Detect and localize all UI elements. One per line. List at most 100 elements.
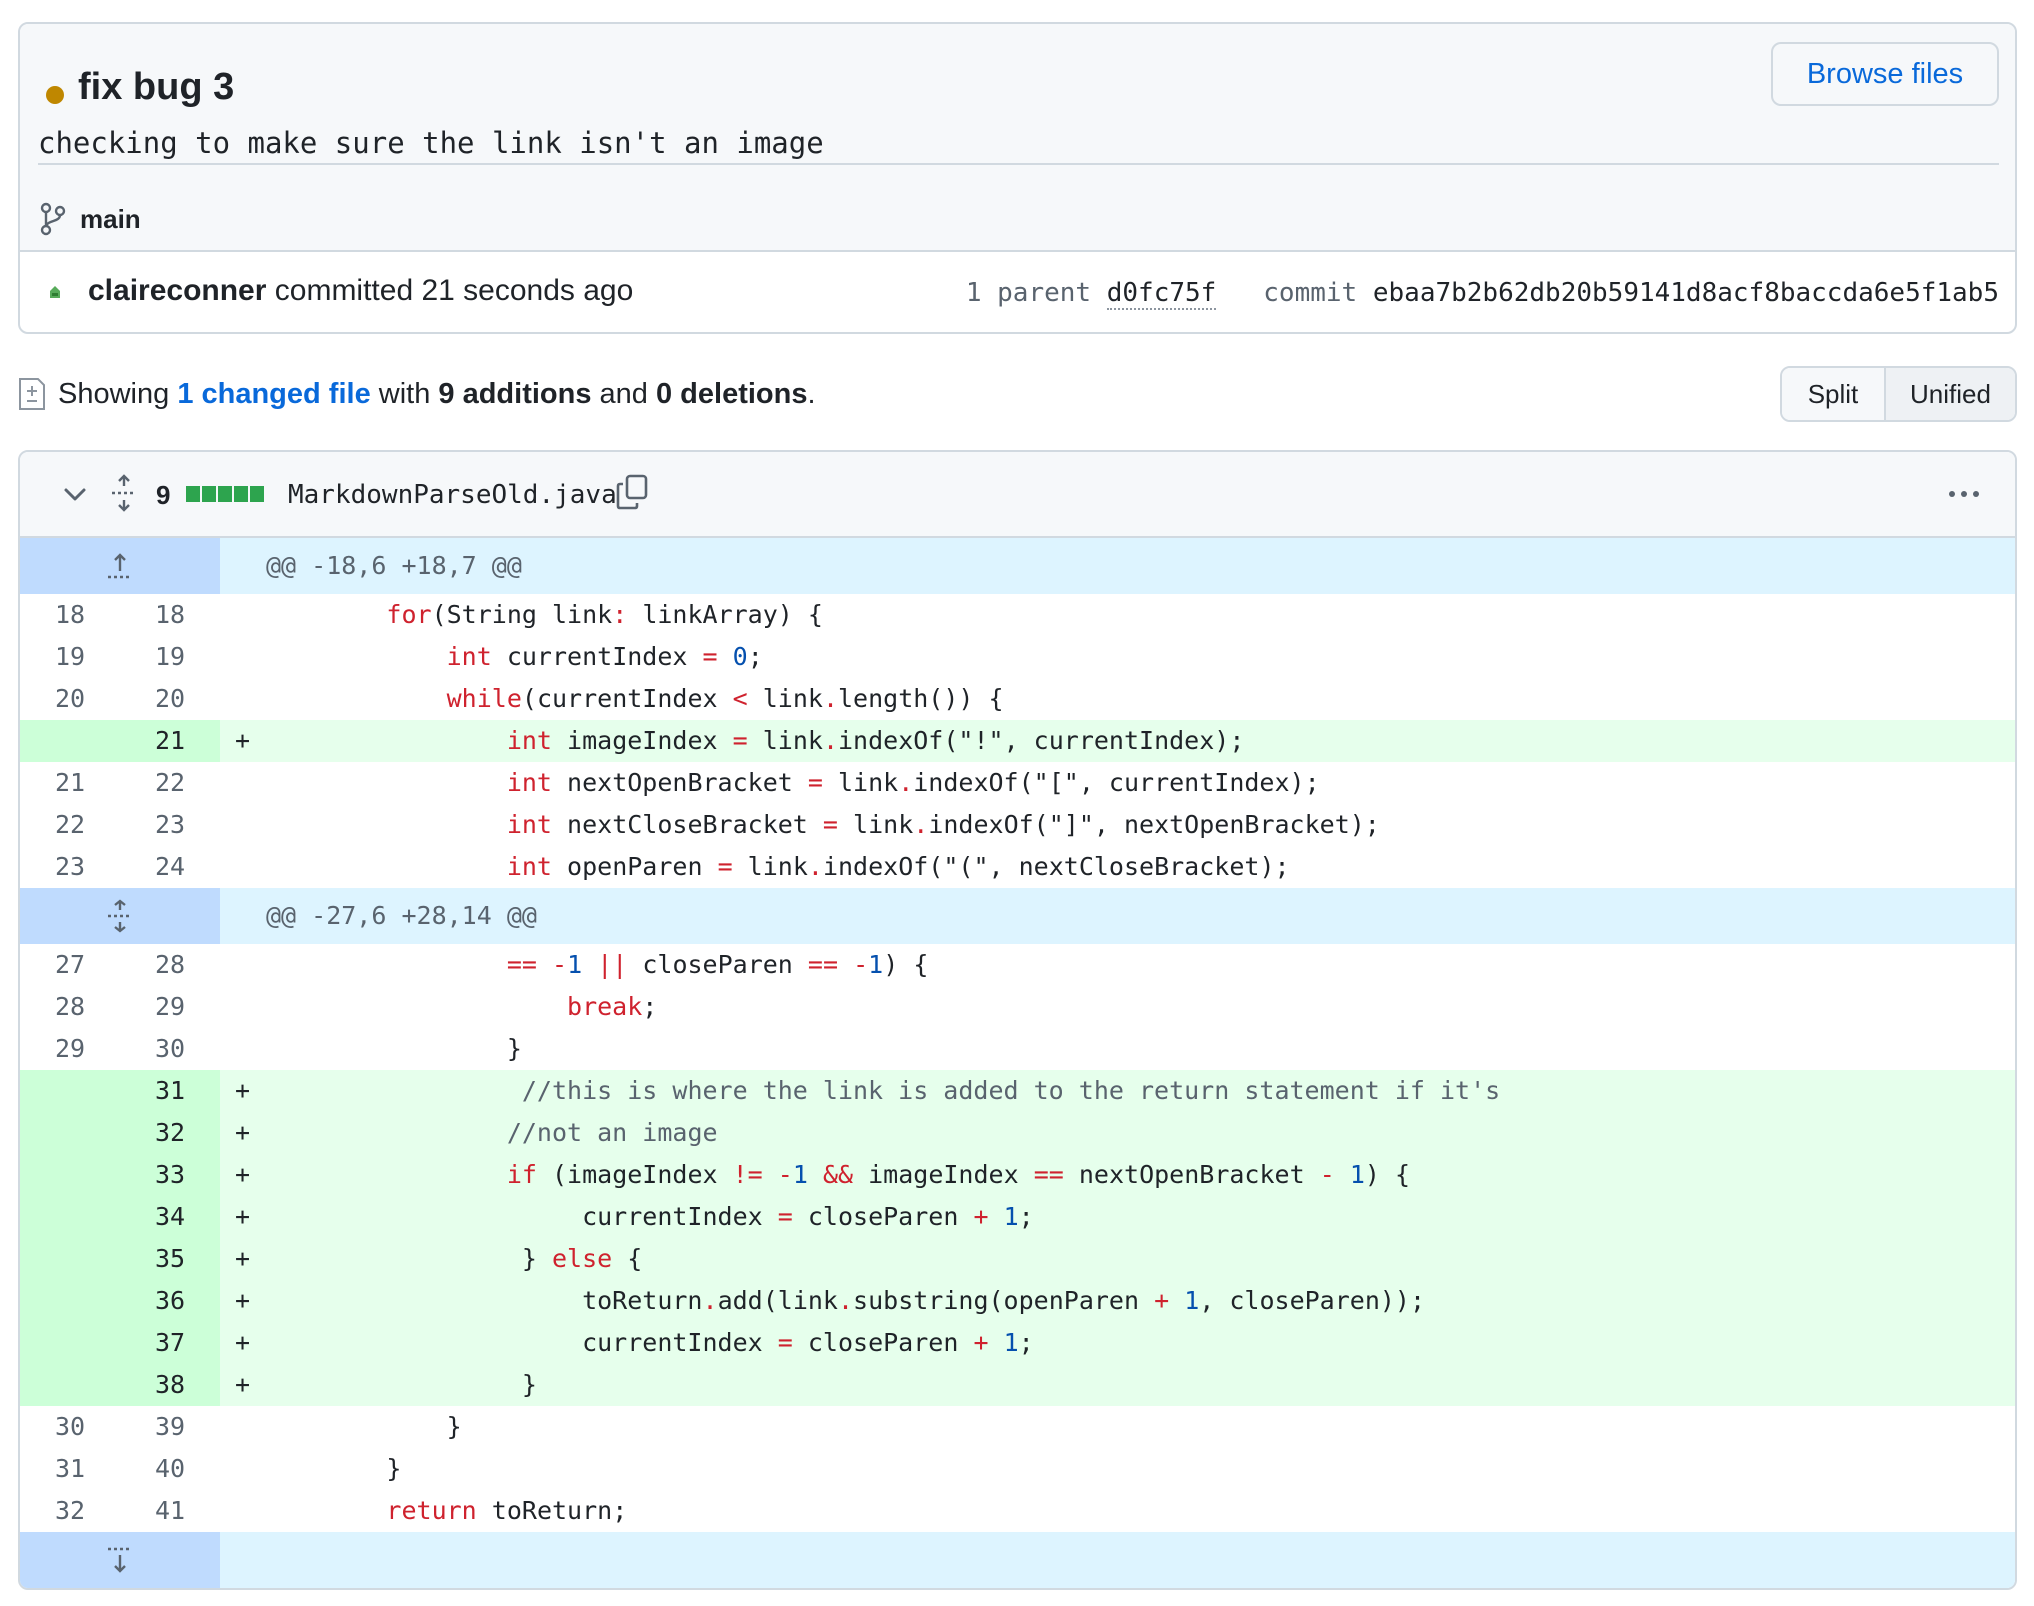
hunk-header: @@ -27,6 +28,14 @@ bbox=[20, 888, 2015, 944]
new-line-number[interactable]: 29 bbox=[120, 986, 220, 1028]
diffstat-blocks bbox=[186, 486, 264, 502]
old-line-number[interactable]: 23 bbox=[20, 846, 120, 888]
old-line-number[interactable] bbox=[20, 1364, 120, 1406]
new-line-number[interactable]: 21 bbox=[120, 720, 220, 762]
old-line-number[interactable] bbox=[20, 1154, 120, 1196]
code-line: currentIndex = closeParen + 1; bbox=[266, 1328, 1034, 1357]
copy-icon[interactable] bbox=[616, 474, 648, 510]
old-line-number[interactable]: 27 bbox=[20, 944, 120, 986]
browse-files-button[interactable]: Browse files bbox=[1771, 42, 1999, 106]
old-line-number[interactable]: 29 bbox=[20, 1028, 120, 1070]
diff-line: 23 24 int openParen = link.indexOf("(", n… bbox=[20, 846, 2015, 888]
diff-sign bbox=[220, 986, 256, 1028]
changed-files-link[interactable]: 1 changed file bbox=[177, 378, 370, 411]
old-line-number[interactable] bbox=[20, 1196, 120, 1238]
file-name-link[interactable]: MarkdownParseOld.java bbox=[288, 480, 617, 510]
old-line-number[interactable]: 22 bbox=[20, 804, 120, 846]
file-header: 9 MarkdownParseOld.java bbox=[20, 452, 2015, 538]
code-line: } bbox=[266, 1412, 462, 1441]
new-line-number[interactable]: 41 bbox=[120, 1490, 220, 1532]
old-line-number[interactable] bbox=[20, 1070, 120, 1112]
old-line-number[interactable]: 31 bbox=[20, 1448, 120, 1490]
unified-view-button[interactable]: Unified bbox=[1886, 368, 2015, 420]
branch-name[interactable]: main bbox=[80, 204, 141, 235]
old-line-number[interactable]: 30 bbox=[20, 1406, 120, 1448]
new-line-number[interactable]: 38 bbox=[120, 1364, 220, 1406]
chevron-down-icon[interactable] bbox=[62, 482, 88, 506]
expand-up-button[interactable] bbox=[20, 538, 220, 594]
new-line-number[interactable]: 18 bbox=[120, 594, 220, 636]
diff-sign: + bbox=[234, 1244, 250, 1273]
new-line-number[interactable]: 34 bbox=[120, 1196, 220, 1238]
old-line-number[interactable]: 18 bbox=[20, 594, 120, 636]
unfold-icon[interactable] bbox=[110, 474, 138, 512]
expand-down-button[interactable] bbox=[20, 1532, 220, 1588]
diff-line-added: 21 + int imageIndex = link.indexOf("!", c… bbox=[20, 720, 2015, 762]
expand-both-button[interactable] bbox=[20, 888, 220, 944]
code-line: == -1 || closeParen == -1) { bbox=[506, 950, 929, 979]
old-line-number[interactable]: 21 bbox=[20, 762, 120, 804]
old-line-number[interactable] bbox=[20, 1280, 120, 1322]
new-line-number[interactable]: 36 bbox=[120, 1280, 220, 1322]
old-line-number[interactable] bbox=[20, 1112, 120, 1154]
new-line-number[interactable]: 32 bbox=[120, 1112, 220, 1154]
code-line: toReturn.add(link.substring(openParen + … bbox=[266, 1286, 1426, 1315]
new-line-number[interactable]: 23 bbox=[120, 804, 220, 846]
diff-sign: + bbox=[234, 1160, 250, 1189]
new-line-number[interactable]: 37 bbox=[120, 1322, 220, 1364]
new-line-number[interactable]: 24 bbox=[120, 846, 220, 888]
old-line-number[interactable] bbox=[20, 1238, 120, 1280]
diff-line: 19 19 int currentIndex = 0; bbox=[20, 636, 2015, 678]
file-diff-icon bbox=[19, 378, 45, 410]
old-line-number[interactable]: 20 bbox=[20, 678, 120, 720]
more-options-icon[interactable] bbox=[1947, 482, 1981, 506]
file-diff: 9 MarkdownParseOld.java @@ -18,6 +18,7 @… bbox=[18, 450, 2017, 1590]
diffstat-block bbox=[250, 486, 264, 502]
diff-sign bbox=[220, 944, 256, 986]
diff-table: @@ -18,6 +18,7 @@ 18 18 for(String link: … bbox=[20, 538, 2015, 1588]
old-line-number[interactable] bbox=[20, 1322, 120, 1364]
diff-line: 18 18 for(String link: linkArray) { bbox=[20, 594, 2015, 636]
new-line-number[interactable]: 22 bbox=[120, 762, 220, 804]
code-line: } bbox=[266, 1454, 402, 1483]
hunk-header: @@ -18,6 +18,7 @@ bbox=[20, 538, 2015, 594]
diff-sign bbox=[220, 1448, 256, 1490]
parent-label: 1 parent bbox=[965, 278, 1092, 308]
code-line: currentIndex = closeParen + 1; bbox=[266, 1202, 1034, 1231]
commit-hash: ebaa7b2b62db20b59141d8acf8baccda6e5f1ab5 bbox=[1372, 278, 1999, 308]
new-line-number[interactable]: 19 bbox=[120, 636, 220, 678]
code-line: if (imageIndex != -1 && imageIndex == ne… bbox=[506, 1160, 1411, 1189]
new-line-number[interactable]: 31 bbox=[120, 1070, 220, 1112]
code-line: int nextOpenBracket = link.indexOf("[", … bbox=[506, 768, 1320, 797]
diff-sign: + bbox=[234, 1202, 250, 1231]
summary-showing: Showing bbox=[58, 377, 170, 410]
diff-line-added: 33 + if (imageIndex != -1 && imageIndex =… bbox=[20, 1154, 2015, 1196]
code-line: } else { bbox=[266, 1244, 643, 1273]
new-line-number[interactable]: 39 bbox=[120, 1406, 220, 1448]
commit-header: fix bug 3 checking to make sure the link… bbox=[18, 22, 2017, 334]
new-line-number[interactable]: 20 bbox=[120, 678, 220, 720]
commit-status-dot[interactable] bbox=[46, 86, 64, 104]
new-line-number[interactable]: 33 bbox=[120, 1154, 220, 1196]
new-line-number[interactable]: 40 bbox=[120, 1448, 220, 1490]
author-name[interactable]: claireconner bbox=[88, 274, 266, 307]
old-line-number[interactable]: 32 bbox=[20, 1490, 120, 1532]
split-view-button[interactable]: Split bbox=[1782, 368, 1886, 420]
parent-hash-link[interactable]: d0fc75f bbox=[1106, 278, 1217, 310]
new-line-number[interactable]: 30 bbox=[120, 1028, 220, 1070]
commit-meta: 1 parent d0fc75f commit ebaa7b2b62db20b5… bbox=[965, 278, 1999, 310]
unfold-icon bbox=[108, 899, 132, 933]
avatar[interactable] bbox=[46, 284, 64, 302]
diff-sign bbox=[220, 762, 256, 804]
diff-line-added: 34 + currentIndex = closeParen + 1; bbox=[20, 1196, 2015, 1238]
old-line-number[interactable] bbox=[20, 720, 120, 762]
diff-line: 32 41 return toReturn; bbox=[20, 1490, 2015, 1532]
summary-with: with bbox=[378, 377, 431, 410]
old-line-number[interactable]: 19 bbox=[20, 636, 120, 678]
old-line-number[interactable]: 28 bbox=[20, 986, 120, 1028]
additions-count: 9 additions bbox=[438, 377, 592, 410]
code-line: int currentIndex = 0; bbox=[446, 642, 763, 671]
new-line-number[interactable]: 35 bbox=[120, 1238, 220, 1280]
new-line-number[interactable]: 28 bbox=[120, 944, 220, 986]
diff-sign: + bbox=[234, 1118, 250, 1147]
